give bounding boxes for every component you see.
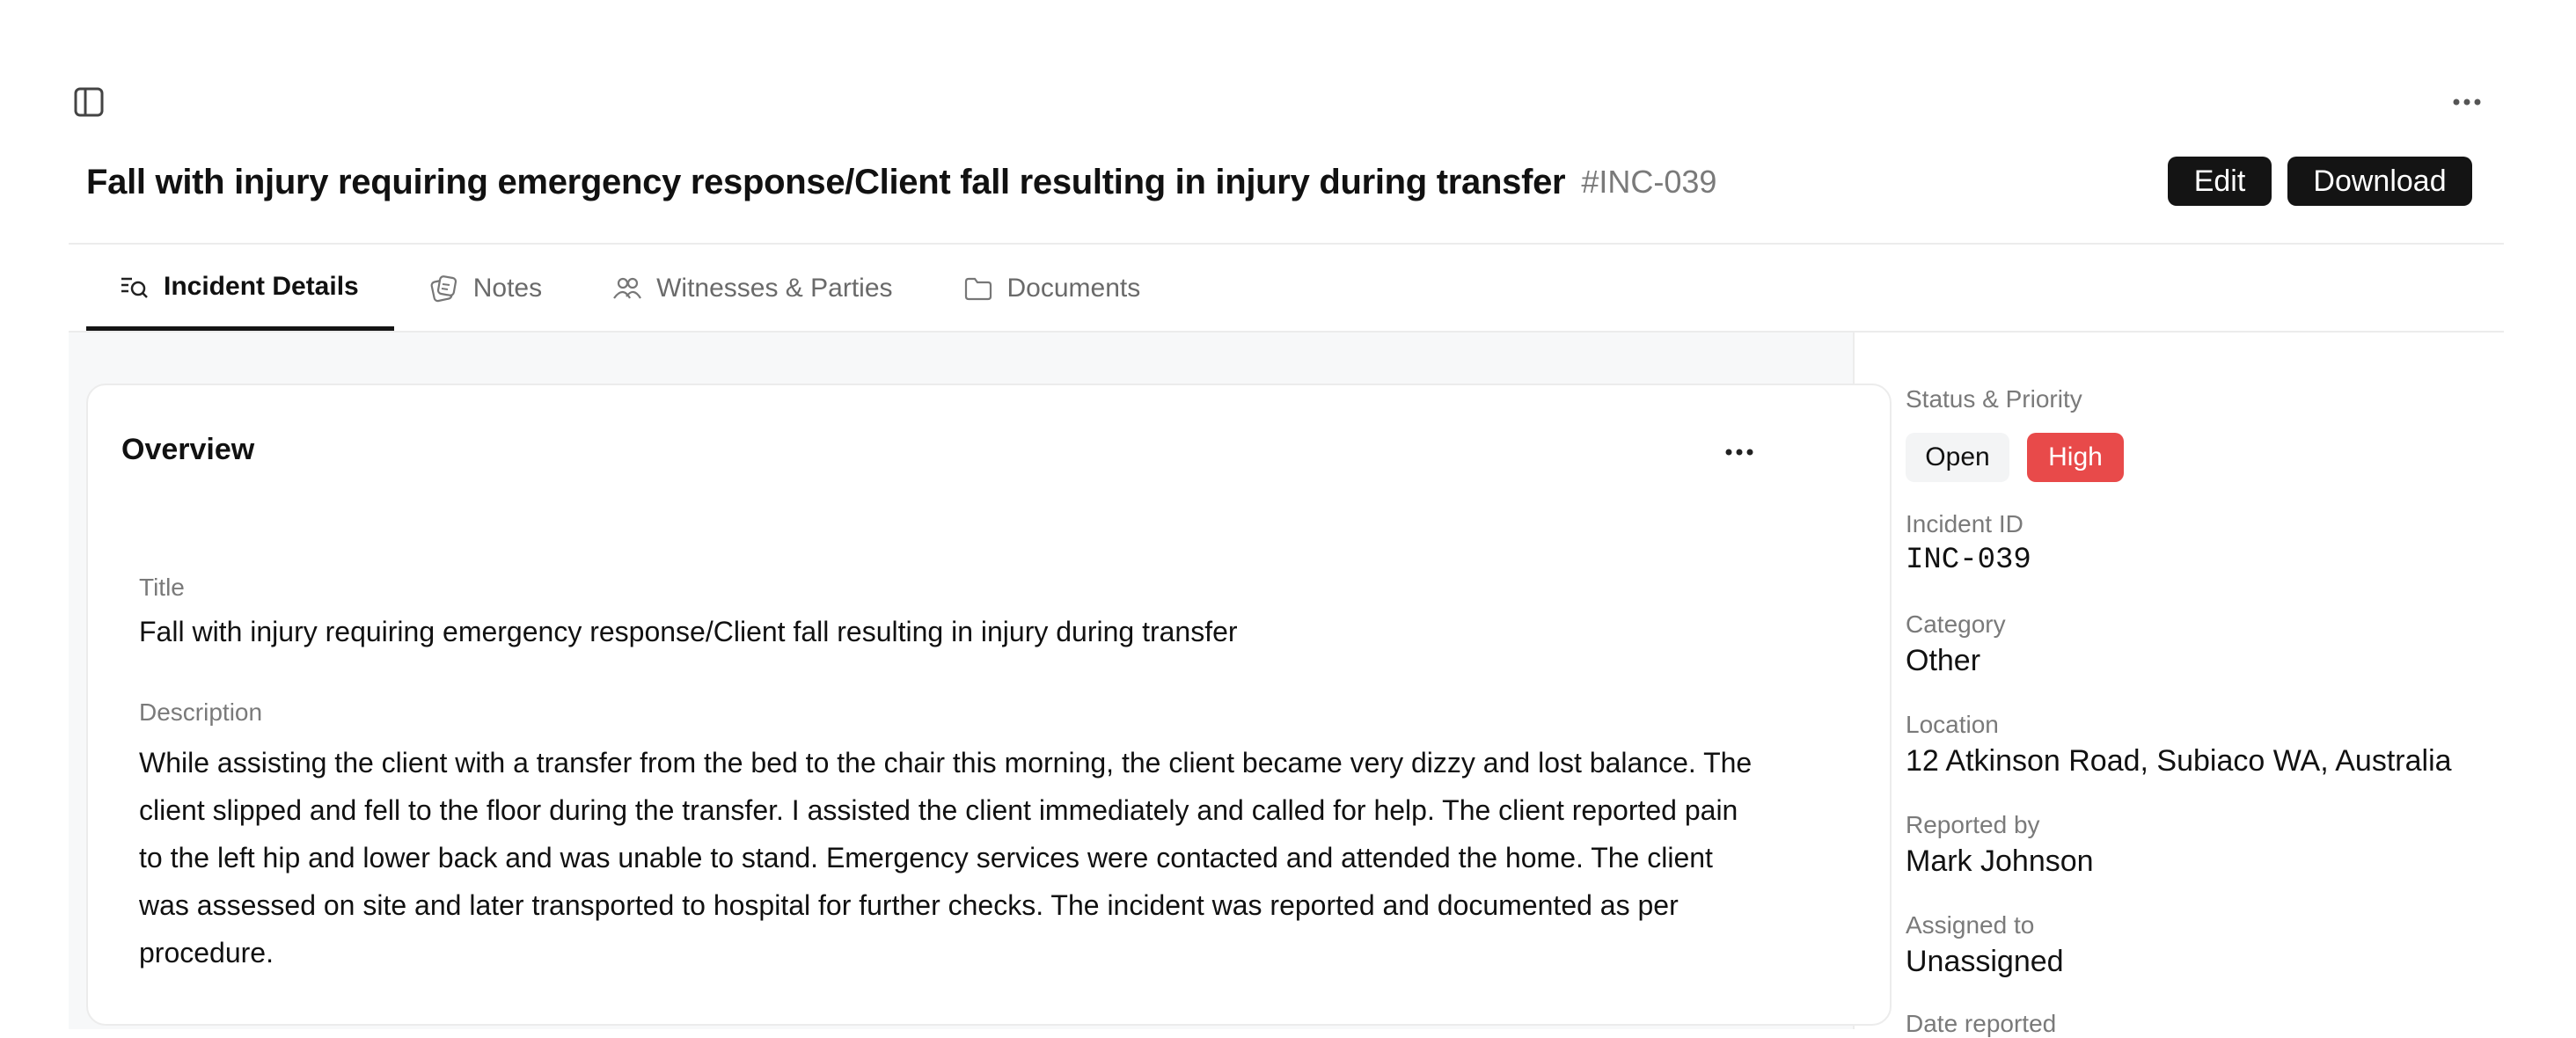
title-label: Title: [139, 574, 185, 601]
tab-notes[interactable]: Notes: [394, 246, 577, 331]
location-label: Location: [1906, 711, 1999, 738]
category-label: Category: [1906, 610, 2006, 638]
tab-label: Witnesses & Parties: [656, 274, 893, 303]
status-badge: Open: [1906, 433, 2009, 482]
header-divider: [69, 243, 2504, 245]
notes-icon: [429, 274, 459, 303]
more-options-icon[interactable]: [2446, 84, 2488, 120]
reported-by-value: Mark Johnson: [1906, 844, 2094, 878]
incident-id-label: Incident ID: [1906, 510, 2023, 537]
top-bar: [0, 0, 2576, 150]
tab-label: Incident Details: [164, 271, 359, 301]
list-search-icon: [120, 272, 150, 302]
description-value: While assisting the client with a transf…: [139, 747, 1753, 969]
tab-documents[interactable]: Documents: [928, 246, 1176, 331]
folder-icon: [963, 274, 993, 303]
priority-badge: High: [2027, 433, 2124, 482]
edit-button[interactable]: Edit: [2168, 157, 2272, 206]
category-value: Other: [1906, 644, 1981, 677]
overview-heading: Overview: [121, 433, 255, 466]
tab-bar: Incident Details Notes Witnesses & Parti…: [86, 246, 1175, 331]
assigned-to-value: Unassigned: [1906, 945, 2064, 978]
status-priority-label: Status & Priority: [1906, 385, 2082, 413]
reported-by-label: Reported by: [1906, 811, 2040, 838]
title-row: Fall with injury requiring emergency res…: [86, 151, 1716, 213]
download-button[interactable]: Download: [2287, 157, 2472, 206]
tab-witnesses-parties[interactable]: Witnesses & Parties: [577, 246, 927, 331]
tab-incident-details[interactable]: Incident Details: [86, 246, 394, 331]
incident-id-value: INC-039: [1906, 544, 2031, 577]
date-reported-label: Date reported: [1906, 1010, 2057, 1037]
page-title: Fall with injury requiring emergency res…: [86, 162, 1566, 201]
sidebar-toggle-icon[interactable]: [70, 84, 109, 120]
incident-ref: #INC-039: [1581, 164, 1717, 200]
assigned-to-label: Assigned to: [1906, 911, 2035, 939]
tab-label: Documents: [1006, 274, 1141, 303]
overview-card: Overview Title Fall with injury requirin…: [86, 384, 1892, 1026]
users-icon: [612, 274, 642, 303]
location-value: 12 Atkinson Road, Subiaco WA, Australia: [1906, 744, 2452, 778]
tab-label: Notes: [472, 274, 543, 303]
title-value: Fall with injury requiring emergency res…: [139, 616, 1238, 647]
description-label: Description: [139, 698, 263, 726]
overview-more-icon[interactable]: [1717, 435, 1761, 470]
